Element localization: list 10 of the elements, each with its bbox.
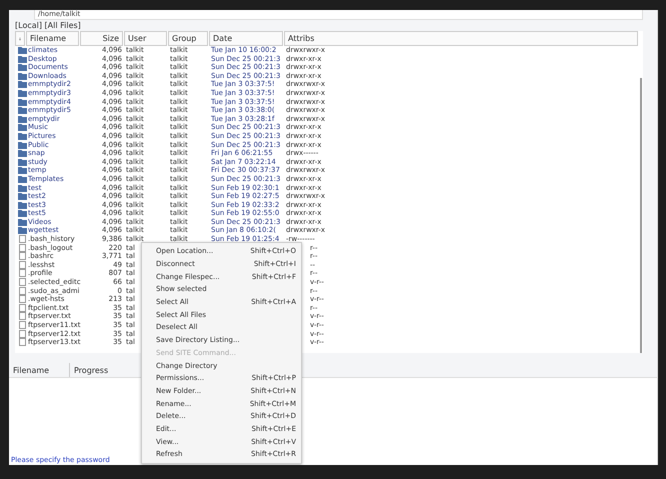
column-header[interactable]: Filename <box>26 31 79 46</box>
column-header[interactable]: Size <box>80 31 123 46</box>
sort-header[interactable] <box>15 31 25 46</box>
column-header[interactable]: User <box>124 31 167 46</box>
column-header[interactable]: Filename <box>9 363 70 377</box>
filter-label: [Local] [All Files] <box>14 20 82 31</box>
column-header[interactable]: Attribs <box>284 31 638 46</box>
column-header[interactable]: Group <box>168 31 208 46</box>
scrollbar[interactable] <box>640 78 642 353</box>
column-header[interactable]: Date <box>209 31 283 46</box>
